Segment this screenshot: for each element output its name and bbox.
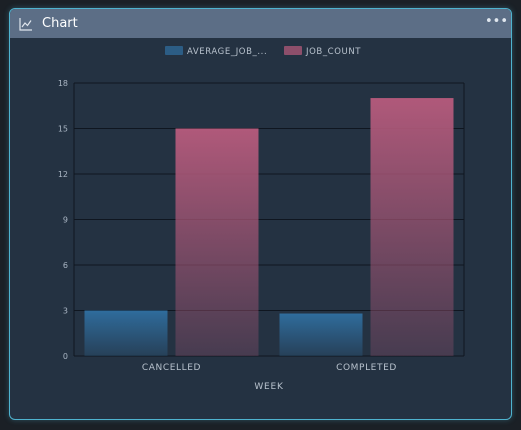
line-chart-icon: [19, 18, 32, 31]
y-tick-label: 12: [58, 170, 68, 179]
chart-bars: [84, 98, 454, 357]
y-tick-label: 18: [58, 79, 68, 88]
legend-label[interactable]: JOB_COUNT: [305, 47, 361, 57]
legend-label[interactable]: AVERAGE_JOB_...: [187, 47, 267, 57]
legend-swatch: [284, 46, 302, 55]
y-tick-label: 6: [63, 261, 68, 270]
legend-swatch: [165, 46, 183, 55]
bar-job-count-cancelled[interactable]: [175, 128, 259, 357]
panel-title: Chart: [42, 16, 78, 31]
y-tick-label: 9: [63, 216, 68, 225]
bar-top-edge: [279, 313, 363, 316]
y-axis-ticks: 0 3 6 9 12 15 18: [58, 79, 68, 361]
x-axis-ticks: CANCELLED COMPLETED: [142, 363, 397, 373]
chart-legend: AVERAGE_JOB_... JOB_COUNT: [165, 46, 361, 57]
y-tick-label: 0: [63, 352, 68, 361]
x-tick-label: CANCELLED: [142, 363, 201, 373]
bar-top-edge: [175, 128, 259, 131]
bar-job-count-completed[interactable]: [370, 98, 454, 356]
bar-average-job-cancelled[interactable]: [84, 310, 168, 357]
y-tick-label: 3: [63, 307, 68, 316]
x-tick-label: COMPLETED: [336, 363, 397, 373]
bar-top-edge: [84, 310, 168, 313]
bar-top-edge: [370, 98, 454, 101]
y-tick-label: 15: [58, 125, 68, 134]
bar-average-job-completed[interactable]: [279, 313, 363, 356]
panel-header: Chart •••: [10, 9, 511, 38]
chart-panel: Chart ••• AVERAGE_JOB_... JOB_COUNT 0 3 6 9 1…: [9, 8, 512, 420]
x-axis-title: WEEK: [254, 382, 284, 392]
more-horizontal-icon[interactable]: •••: [485, 15, 508, 31]
bar-chart: AVERAGE_JOB_... JOB_COUNT 0 3 6 9 12 15 18 CANC…: [58, 46, 465, 392]
